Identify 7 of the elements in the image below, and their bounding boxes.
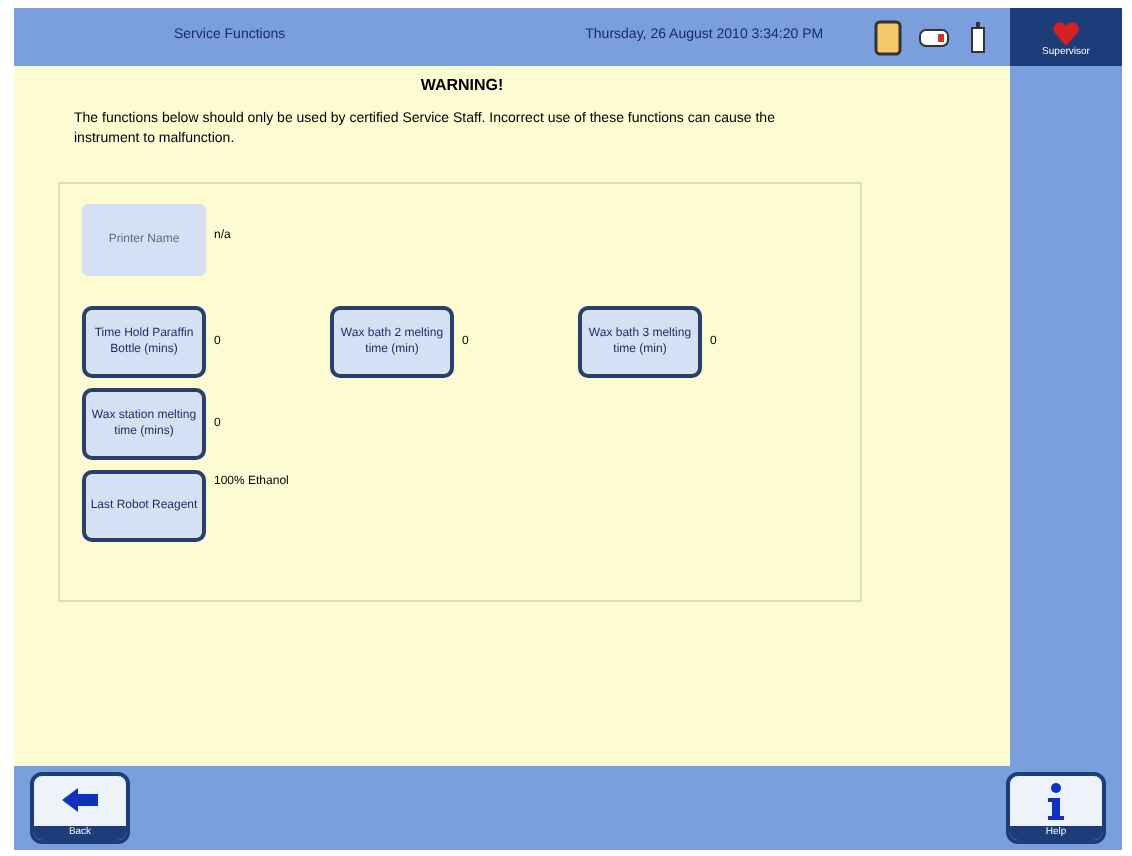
tag-icon (918, 27, 950, 47)
info-icon (1046, 782, 1066, 822)
battery-icon (970, 21, 986, 53)
bottle-icon (874, 19, 902, 55)
arrow-left-icon (62, 788, 98, 812)
warning-title: WARNING! (418, 74, 506, 98)
heart-icon (1052, 21, 1080, 45)
